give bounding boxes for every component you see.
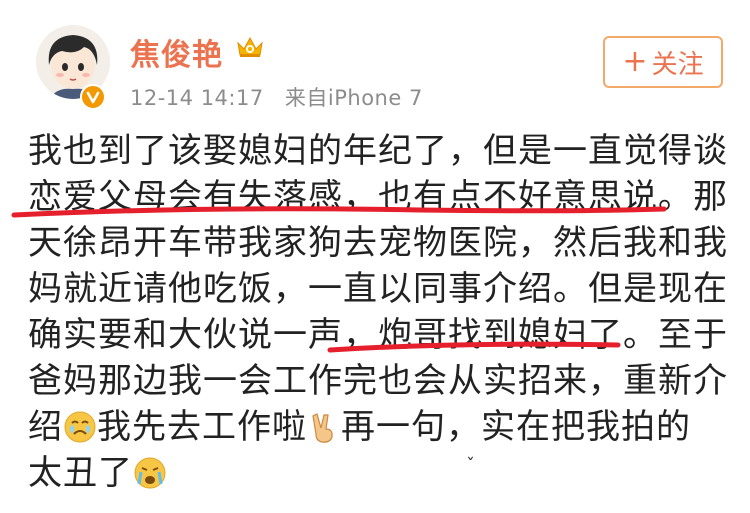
content-line: 爸妈那边我一会工作完也会从实招来，重新介 xyxy=(28,361,728,401)
content-line: 确实要和大伙说一声，炮哥找到媳妇了。至于 xyxy=(28,315,728,355)
content-text: 再一句，实在把我拍的 xyxy=(341,407,691,447)
post-source: 来自iPhone 7 xyxy=(284,86,423,110)
content-line: 妈就近请他吃饭，一直以同事介绍。但是现在 xyxy=(28,269,728,309)
follow-label: 关注 xyxy=(651,49,704,80)
crown-vip-icon[interactable] xyxy=(236,35,264,59)
content-line: 天徐昂开车带我家狗去宠物医院，然后我和我 xyxy=(28,223,728,263)
content-text: 太丑了 xyxy=(28,453,133,493)
post-meta: 12-14 14:17 来自iPhone 7 xyxy=(130,82,437,112)
victory-hand-emoji-icon xyxy=(307,410,341,456)
plus-icon: + xyxy=(622,44,648,79)
post-content: 我也到了该娶媳妇的年纪了，但是一直觉得谈 恋爱父母会有失落感，也有点不好意思说。… xyxy=(28,128,728,496)
tearful-face-emoji-icon xyxy=(133,456,167,502)
content-line-8: 太丑了 xyxy=(28,450,728,496)
content-line: 我也到了该娶媳妇的年纪了，但是一直觉得谈 xyxy=(28,131,728,171)
follow-button[interactable]: + 关注 xyxy=(603,36,723,88)
post-timestamp[interactable]: 12-14 14:17 xyxy=(130,86,264,110)
orange-verified-badge-icon xyxy=(80,84,106,110)
author-name[interactable]: 焦俊艳 xyxy=(130,30,223,74)
content-text: 绍 xyxy=(28,407,63,447)
cursor-mark: ˇ xyxy=(466,455,475,476)
content-line-7: 绍我先去工作啦 再一句，实在把我拍的 xyxy=(28,404,728,450)
content-text: 我先去工作啦 xyxy=(97,407,307,447)
content-line: 恋爱父母会有失落感，也有点不好意思说。那 xyxy=(28,177,728,217)
